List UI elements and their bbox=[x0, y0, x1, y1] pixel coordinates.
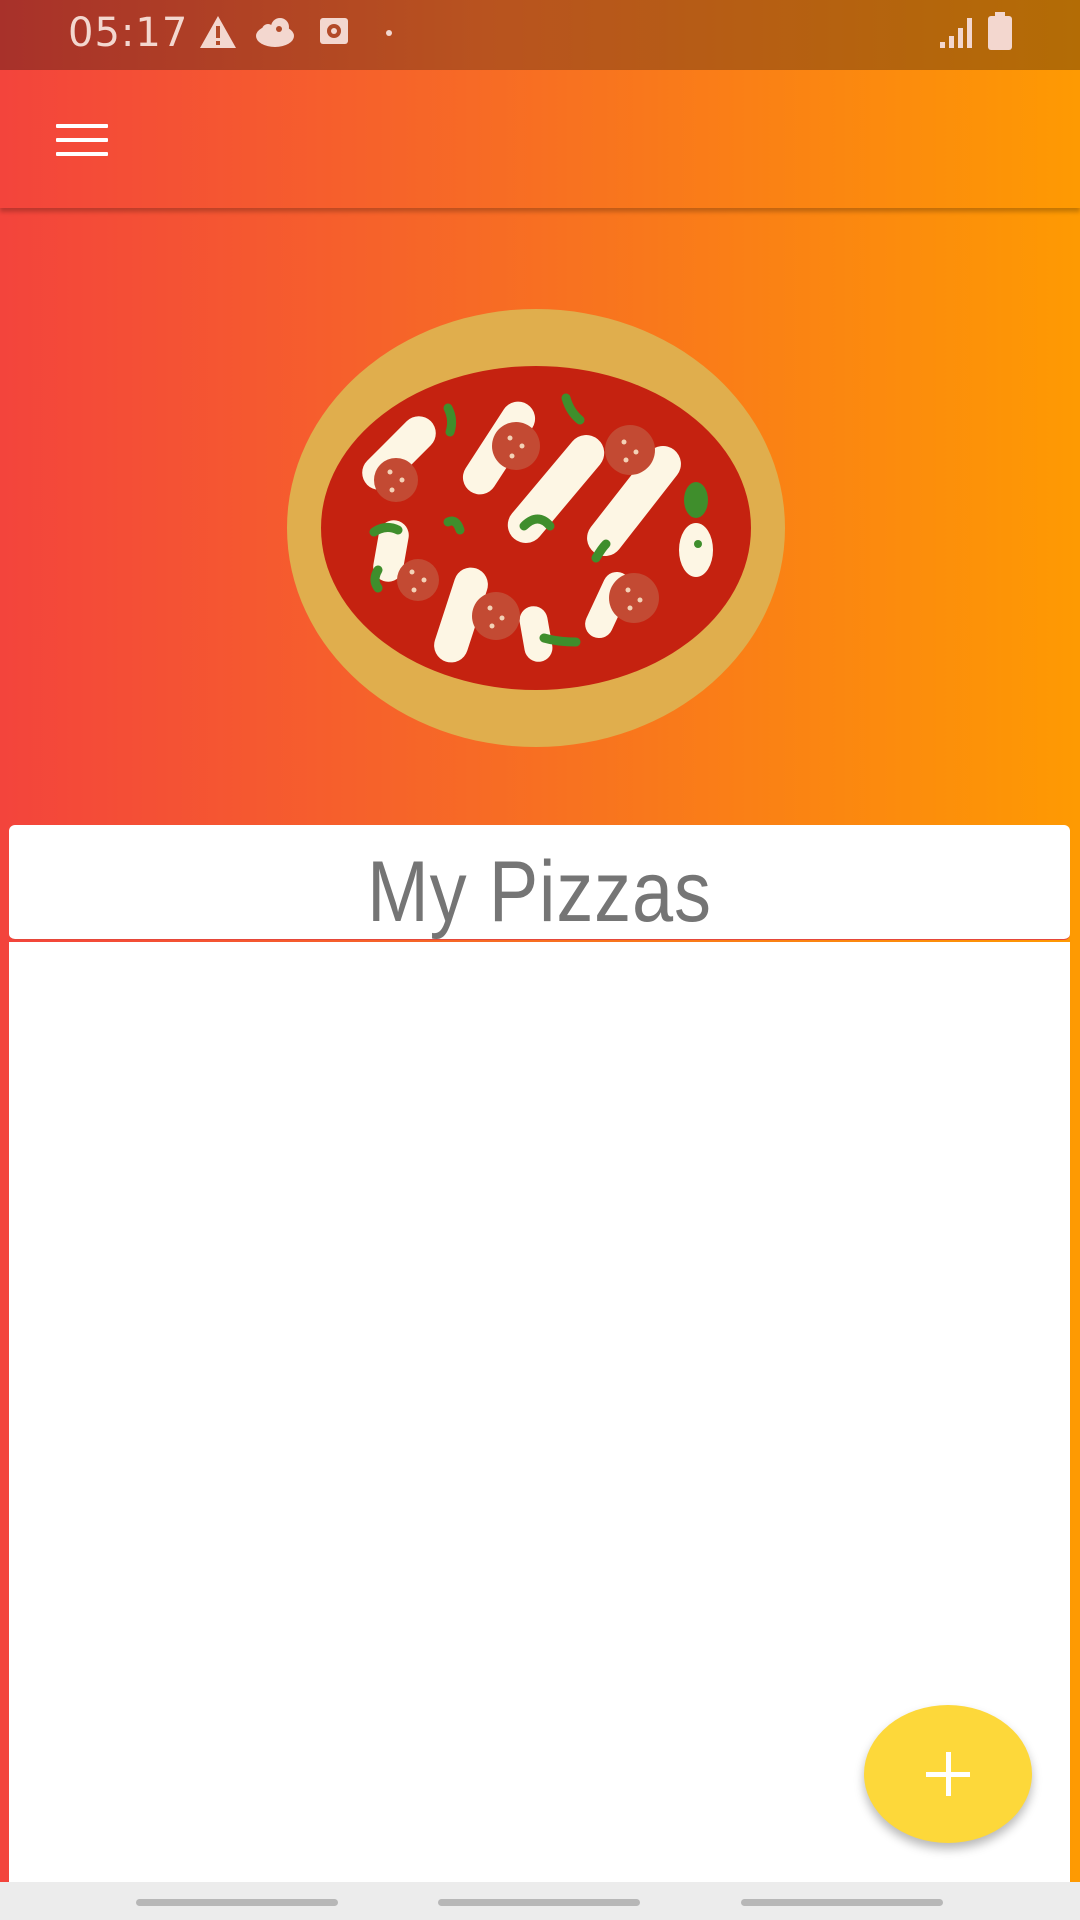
cloud-face-icon bbox=[256, 18, 294, 47]
nav-home-pill[interactable] bbox=[438, 1899, 640, 1906]
media-icon bbox=[320, 18, 348, 44]
dot-icon bbox=[386, 30, 392, 36]
app-bar bbox=[0, 70, 1080, 208]
nav-back-pill[interactable] bbox=[136, 1899, 338, 1906]
status-bar: 05:17 bbox=[0, 0, 1080, 70]
navigation-bar bbox=[0, 1882, 1080, 1920]
nav-recents-pill[interactable] bbox=[741, 1899, 943, 1906]
add-pizza-button[interactable] bbox=[864, 1705, 1032, 1843]
status-time: 05:17 bbox=[68, 10, 189, 56]
hero-banner bbox=[0, 208, 1080, 824]
signal-icon bbox=[940, 18, 972, 48]
title-card: My Pizzas bbox=[9, 825, 1070, 940]
warning-icon bbox=[200, 16, 236, 48]
pizza-illustration bbox=[287, 309, 785, 747]
battery-icon bbox=[988, 12, 1012, 50]
page-title: My Pizzas bbox=[367, 844, 712, 940]
hamburger-menu-icon[interactable] bbox=[52, 120, 116, 160]
